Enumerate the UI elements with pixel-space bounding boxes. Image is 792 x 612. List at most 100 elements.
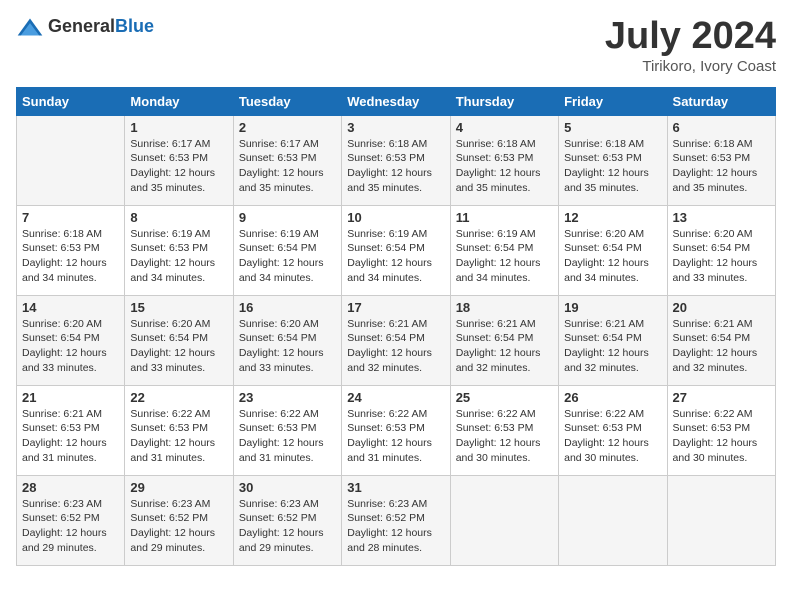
week-row-4: 21 Sunrise: 6:21 AMSunset: 6:53 PMDayligh… xyxy=(17,385,776,475)
day-info: Sunrise: 6:22 AMSunset: 6:53 PMDaylight:… xyxy=(130,407,227,466)
day-number: 29 xyxy=(130,480,227,495)
week-row-1: 1 Sunrise: 6:17 AMSunset: 6:53 PMDaylight… xyxy=(17,115,776,205)
day-number: 22 xyxy=(130,390,227,405)
day-info: Sunrise: 6:21 AMSunset: 6:53 PMDaylight:… xyxy=(22,407,119,466)
day-info: Sunrise: 6:21 AMSunset: 6:54 PMDaylight:… xyxy=(347,317,444,376)
day-cell xyxy=(559,475,667,565)
day-number: 8 xyxy=(130,210,227,225)
day-info: Sunrise: 6:17 AMSunset: 6:53 PMDaylight:… xyxy=(130,137,227,196)
day-info: Sunrise: 6:18 AMSunset: 6:53 PMDaylight:… xyxy=(456,137,553,196)
day-cell: 28Sunrise: 6:23 AMSunset: 6:52 PMDayligh… xyxy=(17,475,125,565)
location: Tirikoro, Ivory Coast xyxy=(605,58,776,75)
day-number: 11 xyxy=(456,210,553,225)
month-year: July 2024 xyxy=(605,16,776,58)
day-number: 4 xyxy=(456,120,553,135)
day-info: Sunrise: 6:23 AMSunset: 6:52 PMDaylight:… xyxy=(130,497,227,556)
day-info: Sunrise: 6:18 AMSunset: 6:53 PMDaylight:… xyxy=(673,137,770,196)
day-number: 7 xyxy=(22,210,119,225)
day-info: Sunrise: 6:23 AMSunset: 6:52 PMDaylight:… xyxy=(347,497,444,556)
day-number: 15 xyxy=(130,300,227,315)
day-info: Sunrise: 6:19 AMSunset: 6:53 PMDaylight:… xyxy=(130,227,227,286)
day-info: Sunrise: 6:21 AMSunset: 6:54 PMDaylight:… xyxy=(564,317,661,376)
col-wednesday: Wednesday xyxy=(342,87,450,115)
logo-icon xyxy=(16,17,44,37)
day-number: 24 xyxy=(347,390,444,405)
day-info: Sunrise: 6:18 AMSunset: 6:53 PMDaylight:… xyxy=(347,137,444,196)
col-sunday: Sunday xyxy=(17,87,125,115)
day-info: Sunrise: 6:23 AMSunset: 6:52 PMDaylight:… xyxy=(22,497,119,556)
week-row-3: 14 Sunrise: 6:20 AMSunset: 6:54 PMDayligh… xyxy=(17,295,776,385)
day-cell: 19 Sunrise: 6:21 AMSunset: 6:54 PMDayligh… xyxy=(559,295,667,385)
day-number: 25 xyxy=(456,390,553,405)
day-info: Sunrise: 6:19 AMSunset: 6:54 PMDaylight:… xyxy=(456,227,553,286)
day-cell: 24Sunrise: 6:22 AMSunset: 6:53 PMDayligh… xyxy=(342,385,450,475)
day-cell: 29 Sunrise: 6:23 AMSunset: 6:52 PMDayligh… xyxy=(125,475,233,565)
day-info: Sunrise: 6:20 AMSunset: 6:54 PMDaylight:… xyxy=(22,317,119,376)
day-number: 21 xyxy=(22,390,119,405)
col-friday: Friday xyxy=(559,87,667,115)
day-info: Sunrise: 6:18 AMSunset: 6:53 PMDaylight:… xyxy=(564,137,661,196)
day-number: 30 xyxy=(239,480,336,495)
day-cell: 2 Sunrise: 6:17 AMSunset: 6:53 PMDaylight… xyxy=(233,115,341,205)
day-cell xyxy=(667,475,775,565)
day-number: 2 xyxy=(239,120,336,135)
col-thursday: Thursday xyxy=(450,87,558,115)
day-cell: 20 Sunrise: 6:21 AMSunset: 6:54 PMDayligh… xyxy=(667,295,775,385)
day-number: 17 xyxy=(347,300,444,315)
day-number: 19 xyxy=(564,300,661,315)
day-info: Sunrise: 6:21 AMSunset: 6:54 PMDaylight:… xyxy=(673,317,770,376)
logo-general: General xyxy=(48,16,115,36)
day-cell: 9Sunrise: 6:19 AMSunset: 6:54 PMDaylight… xyxy=(233,205,341,295)
day-cell: 22 Sunrise: 6:22 AMSunset: 6:53 PMDayligh… xyxy=(125,385,233,475)
day-number: 31 xyxy=(347,480,444,495)
week-row-2: 7 Sunrise: 6:18 AMSunset: 6:53 PMDaylight… xyxy=(17,205,776,295)
col-tuesday: Tuesday xyxy=(233,87,341,115)
day-number: 27 xyxy=(673,390,770,405)
day-cell: 6Sunrise: 6:18 AMSunset: 6:53 PMDaylight… xyxy=(667,115,775,205)
day-cell: 23Sunrise: 6:22 AMSunset: 6:53 PMDayligh… xyxy=(233,385,341,475)
day-cell: 26 Sunrise: 6:22 AMSunset: 6:53 PMDayligh… xyxy=(559,385,667,475)
day-number: 5 xyxy=(564,120,661,135)
day-number: 10 xyxy=(347,210,444,225)
day-number: 1 xyxy=(130,120,227,135)
day-cell: 15Sunrise: 6:20 AMSunset: 6:54 PMDayligh… xyxy=(125,295,233,385)
day-number: 13 xyxy=(673,210,770,225)
day-info: Sunrise: 6:18 AMSunset: 6:53 PMDaylight:… xyxy=(22,227,119,286)
day-info: Sunrise: 6:20 AMSunset: 6:54 PMDaylight:… xyxy=(564,227,661,286)
day-info: Sunrise: 6:17 AMSunset: 6:53 PMDaylight:… xyxy=(239,137,336,196)
day-cell: 3Sunrise: 6:18 AMSunset: 6:53 PMDaylight… xyxy=(342,115,450,205)
day-cell: 5 Sunrise: 6:18 AMSunset: 6:53 PMDaylight… xyxy=(559,115,667,205)
calendar-table: Sunday Monday Tuesday Wednesday Thursday… xyxy=(16,87,776,566)
day-info: Sunrise: 6:23 AMSunset: 6:52 PMDaylight:… xyxy=(239,497,336,556)
logo: GeneralBlue xyxy=(16,16,154,37)
calendar-header: Sunday Monday Tuesday Wednesday Thursday… xyxy=(17,87,776,115)
page-header: GeneralBlue July 2024 Tirikoro, Ivory Co… xyxy=(16,16,776,75)
day-number: 14 xyxy=(22,300,119,315)
day-cell: 8 Sunrise: 6:19 AMSunset: 6:53 PMDaylight… xyxy=(125,205,233,295)
day-number: 9 xyxy=(239,210,336,225)
day-cell: 30 Sunrise: 6:23 AMSunset: 6:52 PMDayligh… xyxy=(233,475,341,565)
day-info: Sunrise: 6:22 AMSunset: 6:53 PMDaylight:… xyxy=(673,407,770,466)
day-cell: 13 Sunrise: 6:20 AMSunset: 6:54 PMDayligh… xyxy=(667,205,775,295)
day-info: Sunrise: 6:22 AMSunset: 6:53 PMDaylight:… xyxy=(456,407,553,466)
day-number: 20 xyxy=(673,300,770,315)
day-number: 26 xyxy=(564,390,661,405)
day-info: Sunrise: 6:21 AMSunset: 6:54 PMDaylight:… xyxy=(456,317,553,376)
day-info: Sunrise: 6:20 AMSunset: 6:54 PMDaylight:… xyxy=(239,317,336,376)
week-row-5: 28Sunrise: 6:23 AMSunset: 6:52 PMDayligh… xyxy=(17,475,776,565)
day-cell: 27 Sunrise: 6:22 AMSunset: 6:53 PMDayligh… xyxy=(667,385,775,475)
day-cell: 4 Sunrise: 6:18 AMSunset: 6:53 PMDaylight… xyxy=(450,115,558,205)
day-cell: 16 Sunrise: 6:20 AMSunset: 6:54 PMDayligh… xyxy=(233,295,341,385)
calendar-body: 1 Sunrise: 6:17 AMSunset: 6:53 PMDaylight… xyxy=(17,115,776,565)
header-row: Sunday Monday Tuesday Wednesday Thursday… xyxy=(17,87,776,115)
day-number: 16 xyxy=(239,300,336,315)
col-monday: Monday xyxy=(125,87,233,115)
day-info: Sunrise: 6:20 AMSunset: 6:54 PMDaylight:… xyxy=(673,227,770,286)
day-cell: 25 Sunrise: 6:22 AMSunset: 6:53 PMDayligh… xyxy=(450,385,558,475)
day-cell xyxy=(17,115,125,205)
day-info: Sunrise: 6:22 AMSunset: 6:53 PMDaylight:… xyxy=(564,407,661,466)
day-cell: 7 Sunrise: 6:18 AMSunset: 6:53 PMDaylight… xyxy=(17,205,125,295)
logo-blue: Blue xyxy=(115,16,154,36)
day-number: 23 xyxy=(239,390,336,405)
col-saturday: Saturday xyxy=(667,87,775,115)
